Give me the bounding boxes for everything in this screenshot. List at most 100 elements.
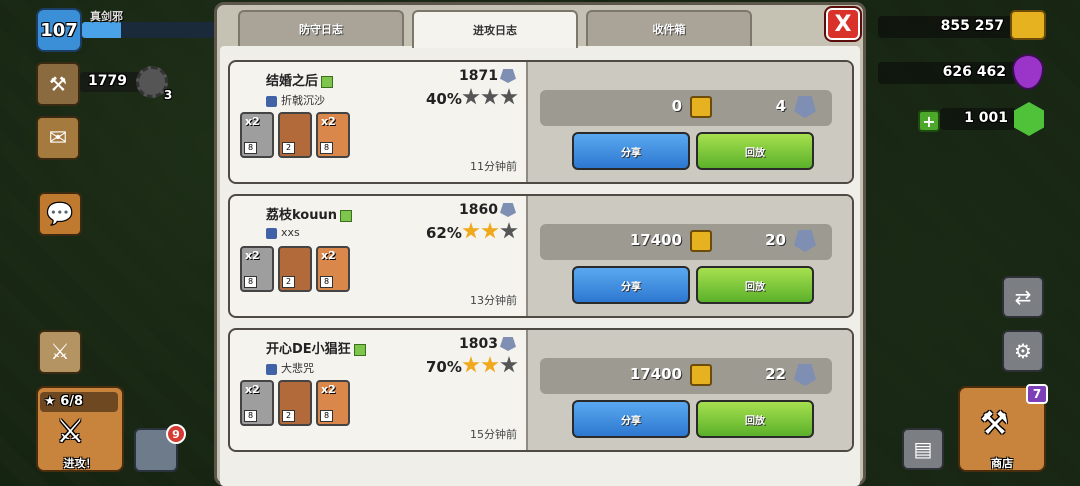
trophy-icon <box>500 203 516 217</box>
trophy-icon <box>794 96 816 118</box>
loot-bar: 0 4 <box>540 90 832 126</box>
opponent-clan[interactable]: 折戟沉沙 <box>266 92 325 108</box>
clan-name: 大悲咒 <box>281 362 314 375</box>
share-button[interactable]: 分享 <box>572 132 690 170</box>
close-button[interactable]: X <box>826 8 860 40</box>
attack-time: 13分钟前 <box>470 294 517 307</box>
elixir-amount: 626 462 <box>942 64 1006 80</box>
troop-slot: x2 8 <box>316 246 350 292</box>
troop-level: 8 <box>244 276 257 288</box>
army-button[interactable]: ⚔ <box>38 330 82 374</box>
settings-button[interactable]: ⚙ <box>1002 330 1044 372</box>
gold-coin-icon <box>690 96 712 118</box>
troop-multiplier: x2 <box>321 115 336 128</box>
xp-fill <box>82 22 122 38</box>
loot-trophies: 4 <box>775 97 786 115</box>
mail-button[interactable]: ✉ <box>36 116 80 160</box>
troop-multiplier: x2 <box>245 115 260 128</box>
star-icon <box>481 222 499 239</box>
gold-coin-icon <box>690 364 712 386</box>
troop-level: 2 <box>282 410 295 422</box>
note-icon <box>353 343 366 356</box>
troop-slot: x2 8 <box>316 380 350 426</box>
clan-badge-icon <box>266 95 277 107</box>
attack-label: 进攻！ <box>63 457 97 470</box>
trophy-count: 1779 <box>88 73 127 89</box>
replay-button[interactable]: 回放 <box>696 132 814 170</box>
gold-coin-icon <box>690 230 712 252</box>
trophy-league-button[interactable]: ⚒ <box>36 62 80 106</box>
star-rating <box>462 356 518 374</box>
troops-used: x2 8 2 x2 8 <box>240 380 350 426</box>
level-badge[interactable]: 107 <box>36 8 82 52</box>
clan-name: 折戟沉沙 <box>281 94 325 107</box>
star-icon <box>462 356 480 373</box>
opponent-name[interactable]: 开心DE小猖狂 <box>266 338 366 357</box>
loot-panel: 0 4 分享 回放 <box>526 62 852 182</box>
attack-log-row: 开心DE小猖狂 大悲咒 1803 70% x2 8 2 x2 8 15分钟前 1… <box>228 328 854 452</box>
attack-time: 15分钟前 <box>470 428 517 441</box>
troops-used: x2 8 2 x2 8 <box>240 112 350 158</box>
troop-level: 8 <box>244 410 257 422</box>
troop-multiplier: x2 <box>245 383 260 396</box>
star-icon <box>500 356 518 373</box>
opponent-trophies-value: 1860 <box>459 202 498 218</box>
opponent-name-text: 开心DE小猖狂 <box>266 342 351 357</box>
note-icon <box>321 75 334 88</box>
destruction-percent: 62% <box>426 224 462 242</box>
chat-icon: 💬 <box>46 201 74 227</box>
chat-button[interactable]: 💬 <box>38 192 82 236</box>
star-icon <box>500 222 518 239</box>
note-icon <box>340 209 352 222</box>
attack-log-row: 结婚之后 折戟沉沙 1871 40% x2 8 2 x2 8 11分钟前 0 4… <box>228 60 854 184</box>
troop-slot: 2 <box>278 112 312 158</box>
destruction-percent: 70% <box>426 358 462 376</box>
share-button[interactable]: 分享 <box>572 266 690 304</box>
gear-icon: ⚙ <box>1014 339 1032 363</box>
tab-attack-log[interactable]: 进攻日志 <box>412 10 578 48</box>
opponent-name[interactable]: 荔枝kouun <box>266 204 352 223</box>
star-icon: ★ <box>44 394 61 409</box>
builder-count: 3 <box>164 88 173 102</box>
opponent-trophies: 1860 <box>459 202 516 218</box>
clan-badge-icon <box>266 227 277 239</box>
replay-button[interactable]: 回放 <box>696 400 814 438</box>
loot-gold: 17400 <box>629 231 682 249</box>
builder-base-button[interactable]: ⇄ <box>1002 276 1044 318</box>
clan-badge-icon <box>266 363 277 375</box>
player-name: 真剑邪 <box>90 10 123 23</box>
tab-inbox[interactable]: 收件箱 <box>586 10 752 46</box>
troop-slot: 2 <box>278 246 312 292</box>
share-button[interactable]: 分享 <box>572 400 690 438</box>
opponent-name-text: 荔枝kouun <box>266 208 337 223</box>
clan-name: xxs <box>281 226 300 239</box>
opponent-clan[interactable]: 大悲咒 <box>266 360 314 376</box>
opponent-trophies: 1803 <box>459 336 516 352</box>
boat-icon: ⇄ <box>1014 285 1032 309</box>
troop-level: 8 <box>320 142 333 154</box>
attack-stars: ★ 6/8 <box>40 392 118 412</box>
replay-button[interactable]: 回放 <box>696 266 814 304</box>
troop-slot: x2 8 <box>240 246 274 292</box>
gem-amount: 1 001 <box>964 110 1008 126</box>
trophy-icon <box>794 230 816 252</box>
troop-multiplier: x2 <box>321 249 336 262</box>
opponent-clan[interactable]: xxs <box>266 226 300 239</box>
gold-icon <box>1010 10 1046 40</box>
log-tabs: 防守日志 进攻日志 收件箱 <box>238 10 752 48</box>
tab-defense-log[interactable]: 防守日志 <box>238 10 404 46</box>
buy-gems-button[interactable]: + <box>918 110 940 132</box>
star-icon <box>462 222 480 239</box>
gold-amount: 855 257 <box>940 18 1004 34</box>
troops-used: x2 8 2 x2 8 <box>240 246 350 292</box>
loot-trophies: 20 <box>765 231 786 249</box>
shop-hammer-icon: ⚒ <box>980 404 1009 442</box>
layout-button[interactable]: ▤ <box>902 428 944 470</box>
shield-badge: 9 <box>166 424 186 444</box>
troop-multiplier: x2 <box>245 249 260 262</box>
opponent-name-text: 结婚之后 <box>266 74 319 89</box>
loot-gold: 17400 <box>629 365 682 383</box>
opponent-name[interactable]: 结婚之后 <box>266 70 334 89</box>
star-icon <box>500 88 518 105</box>
loot-bar: 17400 20 <box>540 224 832 260</box>
